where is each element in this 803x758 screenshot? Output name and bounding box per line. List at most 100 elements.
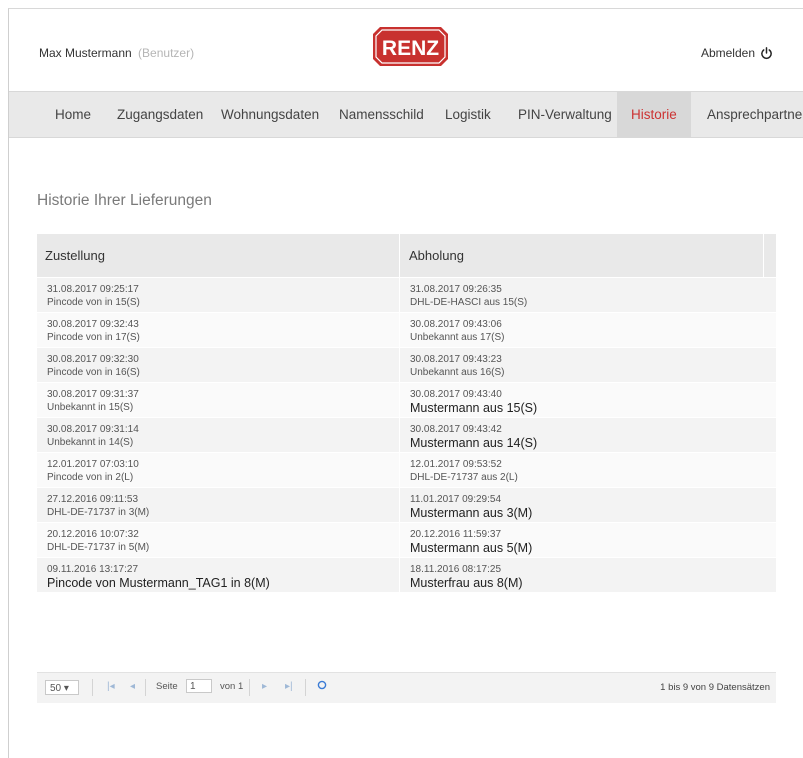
column-divider: [399, 313, 400, 347]
page-size-value: 50: [50, 683, 62, 694]
abholung-text: DHL-DE-71737 aus 2(L): [410, 472, 518, 483]
zustellung-time: 12.01.2017 07:03:10: [47, 459, 139, 470]
nav-zugangsdaten[interactable]: Zugangsdaten: [105, 92, 215, 137]
table-row[interactable]: 30.08.2017 09:31:14 Unbekannt in 14(S) 30…: [37, 418, 776, 453]
zustellung-time: 30.08.2017 09:32:30: [47, 354, 139, 365]
record-count: 1 bis 9 von 9 Datensätzen: [660, 682, 770, 693]
abholung-text: Unbekannt aus 17(S): [410, 332, 505, 343]
column-divider: [399, 488, 400, 522]
zustellung-cell: 31.08.2017 09:25:17 Pincode von in 15(S): [47, 283, 392, 309]
abholung-cell: 11.01.2017 09:29:54 Mustermann aus 3(M): [410, 493, 755, 521]
column-divider: [399, 348, 400, 382]
logo-text: RENZ: [382, 37, 439, 60]
zustellung-time: 09.11.2016 13:17:27: [47, 564, 139, 575]
logout-label: Abmelden: [700, 46, 755, 60]
table-row[interactable]: 20.12.2016 10:07:32 DHL-DE-71737 in 5(M) …: [37, 523, 776, 558]
power-icon: [761, 46, 772, 59]
first-page-icon[interactable]: |◂: [107, 681, 115, 692]
nav-home[interactable]: Home: [43, 92, 103, 137]
zustellung-text: Pincode von Mustermann_TAG1 in 8(M): [47, 576, 270, 590]
renz-logo: RENZ: [373, 27, 448, 66]
main-nav: Home Zugangsdaten Wohnungsdaten Namenssc…: [9, 91, 803, 138]
column-divider: [399, 558, 400, 592]
table-header: Zustellung Abholung: [37, 234, 776, 278]
abholung-cell: 30.08.2017 09:43:40 Mustermann aus 15(S): [410, 388, 755, 416]
table-row[interactable]: 12.01.2017 07:03:10 Pincode von in 2(L) 1…: [37, 453, 776, 488]
pager-divider: [305, 679, 306, 696]
next-page-icon[interactable]: ▸: [262, 681, 267, 692]
abholung-time: 30.08.2017 09:43:06: [410, 319, 502, 330]
abholung-text: DHL-DE-HASCI aus 15(S): [410, 297, 528, 308]
user-role: (Benutzer): [138, 46, 195, 60]
zustellung-cell: 30.08.2017 09:32:43 Pincode von in 17(S): [47, 318, 392, 344]
nav-pin-verwaltung[interactable]: PIN-Verwaltung: [506, 92, 624, 137]
zustellung-text: DHL-DE-71737 in 5(M): [47, 542, 150, 553]
table-row[interactable]: 30.08.2017 09:32:30 Pincode von in 16(S) …: [37, 348, 776, 383]
table-row[interactable]: 30.08.2017 09:31:37 Unbekannt in 15(S) 30…: [37, 383, 776, 418]
column-header-zustellung[interactable]: Zustellung: [45, 234, 105, 277]
zustellung-cell: 12.01.2017 07:03:10 Pincode von in 2(L): [47, 458, 392, 484]
logout-button[interactable]: Abmelden: [701, 46, 773, 60]
page-size-select[interactable]: 50 ▾: [45, 680, 79, 695]
column-header-abholung[interactable]: Abholung: [409, 234, 464, 277]
abholung-text: Mustermann aus 5(M): [410, 541, 533, 555]
column-divider: [399, 418, 400, 452]
user-info: Max Mustermann (Benutzer): [39, 46, 194, 60]
abholung-time: 18.11.2016 08:17:25: [410, 564, 502, 575]
zustellung-time: 27.12.2016 09:11:53: [47, 494, 139, 505]
abholung-text: Unbekannt aus 16(S): [410, 367, 505, 378]
abholung-cell: 20.12.2016 11:59:37 Mustermann aus 5(M): [410, 528, 755, 556]
table-row[interactable]: 30.08.2017 09:32:43 Pincode von in 17(S) …: [37, 313, 776, 348]
abholung-cell: 18.11.2016 08:17:25 Musterfrau aus 8(M): [410, 563, 755, 591]
zustellung-text: Pincode von in 16(S): [47, 367, 140, 378]
zustellung-cell: 09.11.2016 13:17:27 Pincode von Musterman…: [47, 563, 392, 591]
zustellung-text: Pincode von in 15(S): [47, 297, 140, 308]
abholung-text: Mustermann aus 15(S): [410, 401, 538, 415]
nav-wohnungsdaten[interactable]: Wohnungsdaten: [209, 92, 331, 137]
column-divider: [399, 234, 400, 277]
table-row[interactable]: 31.08.2017 09:25:17 Pincode von in 15(S) …: [37, 278, 776, 313]
zustellung-time: 31.08.2017 09:25:17: [47, 284, 139, 295]
page-number-input[interactable]: 1: [186, 679, 212, 693]
nav-ansprechpartner[interactable]: Ansprechpartner: [695, 92, 803, 137]
abholung-time: 20.12.2016 11:59:37: [410, 529, 502, 540]
table-row[interactable]: 27.12.2016 09:11:53 DHL-DE-71737 in 3(M) …: [37, 488, 776, 523]
abholung-time: 30.08.2017 09:43:23: [410, 354, 502, 365]
page-count-label: von 1: [220, 681, 244, 692]
zustellung-text: Unbekannt in 14(S): [47, 437, 134, 448]
zustellung-text: Pincode von in 17(S): [47, 332, 140, 343]
nav-logistik[interactable]: Logistik: [433, 92, 503, 137]
abholung-cell: 30.08.2017 09:43:23 Unbekannt aus 16(S): [410, 353, 755, 379]
abholung-text: Mustermann aus 14(S): [410, 436, 538, 450]
zustellung-text: Unbekannt in 15(S): [47, 402, 134, 413]
column-divider: [399, 523, 400, 557]
abholung-time: 12.01.2017 09:53:52: [410, 459, 502, 470]
abholung-text: Musterfrau aus 8(M): [410, 576, 523, 590]
zustellung-cell: 27.12.2016 09:11:53 DHL-DE-71737 in 3(M): [47, 493, 392, 519]
zustellung-cell: 20.12.2016 10:07:32 DHL-DE-71737 in 5(M): [47, 528, 392, 554]
prev-page-icon[interactable]: ◂: [130, 681, 135, 692]
abholung-text: Mustermann aus 3(M): [410, 506, 533, 520]
zustellung-time: 30.08.2017 09:32:43: [47, 319, 139, 330]
column-divider: [763, 234, 764, 277]
refresh-icon[interactable]: [317, 680, 327, 690]
abholung-cell: 30.08.2017 09:43:42 Mustermann aus 14(S): [410, 423, 755, 451]
dropdown-arrow-icon: ▾: [63, 683, 69, 694]
column-divider: [399, 453, 400, 487]
nav-namensschild[interactable]: Namensschild: [327, 92, 436, 137]
zustellung-cell: 30.08.2017 09:31:14 Unbekannt in 14(S): [47, 423, 392, 449]
table-row[interactable]: 09.11.2016 13:17:27 Pincode von Musterman…: [37, 558, 776, 593]
column-divider: [399, 383, 400, 417]
pager-divider: [145, 679, 146, 696]
zustellung-cell: 30.08.2017 09:32:30 Pincode von in 16(S): [47, 353, 392, 379]
nav-historie[interactable]: Historie: [617, 92, 691, 137]
history-table: Zustellung Abholung 31.08.2017 09:25:17 P…: [37, 234, 776, 593]
abholung-cell: 31.08.2017 09:26:35 DHL-DE-HASCI aus 15(S…: [410, 283, 755, 309]
zustellung-text: DHL-DE-71737 in 3(M): [47, 507, 150, 518]
abholung-time: 30.08.2017 09:43:40: [410, 389, 502, 400]
pager-divider: [92, 679, 93, 696]
zustellung-time: 30.08.2017 09:31:37: [47, 389, 139, 400]
last-page-icon[interactable]: ▸|: [285, 681, 293, 692]
abholung-time: 30.08.2017 09:43:42: [410, 424, 502, 435]
column-divider: [399, 278, 400, 312]
